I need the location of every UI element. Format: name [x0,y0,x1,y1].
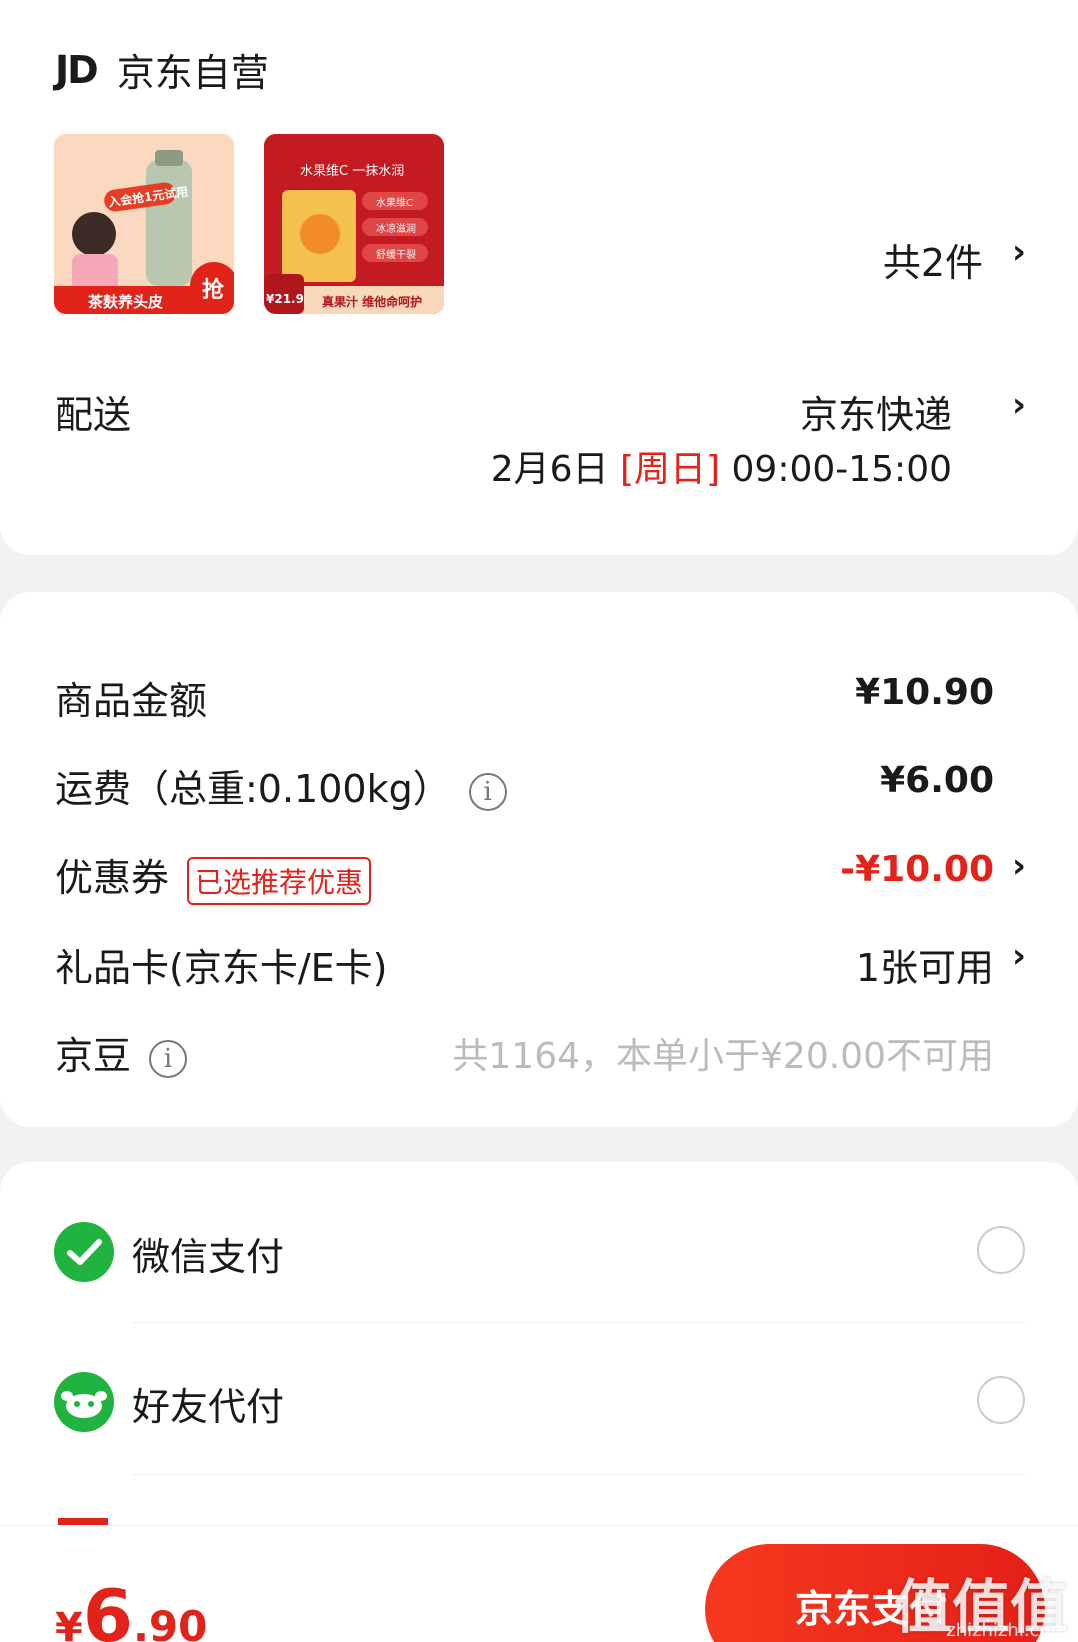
delivery-weekday: [周日] [619,449,721,490]
payment-option-friend[interactable]: 好友代付 [0,1324,1078,1474]
jingdou-label: 京豆 [55,1034,132,1078]
product-2-tag: 冰凉滋润 [376,224,416,235]
shipping-label: 运费（总重:0.100kg） [55,767,451,811]
shop-name: 京东自营 [116,51,269,95]
divider [132,1474,1025,1475]
shipping-row: 运费（总重:0.100kg） i [55,758,507,813]
chevron-right-icon[interactable]: › [1012,936,1026,976]
jingdou-row: 京豆 i [55,1025,188,1080]
product-2-caption: 真果汁 维他命呵护 [322,295,423,309]
product-2-tag: 水果维C [376,198,413,209]
wechat-pay-icon [54,1222,114,1282]
product-2-price: ¥21.9 [266,292,304,306]
jd-logo: JD [55,47,99,92]
wechat-pay-radio[interactable] [977,1226,1025,1274]
product-1-caption: 茶麸养头皮 [88,293,164,311]
chevron-right-icon[interactable]: › [1012,846,1026,886]
coupon-row[interactable]: 优惠券 已选推荐优惠 [55,847,372,905]
product-thumbnail-2[interactable]: 水果维C 一抹水润 水果维C 冰凉滋润 舒缓干裂 ¥21.9 真果汁 维他命呵护 [264,134,444,314]
product-thumbnail-1[interactable]: 入会抢1元试用 茶麸养头皮 抢 [54,134,234,314]
chevron-right-icon[interactable]: › [1012,385,1026,425]
total-decimal: .90 [132,1602,208,1642]
friend-pay-icon [54,1372,114,1432]
info-icon[interactable]: i [149,1039,188,1078]
friend-pay-label: 好友代付 [132,1385,285,1429]
product-2-tag: 舒缓干裂 [376,250,416,261]
product-2-headline: 水果维C 一抹水润 [300,164,405,179]
payment-option-wechat[interactable]: 微信支付 [0,1172,1078,1322]
item-count[interactable]: 共2件 [883,232,983,287]
total-currency: ¥ [55,1605,83,1642]
partial-payment-icon [58,1518,108,1525]
info-icon[interactable]: i [468,772,507,811]
shipping-value: ¥6.00 [880,760,994,801]
product-1-flag: 抢 [202,278,225,303]
goods-amount-value: ¥10.90 [855,672,994,713]
friend-pay-radio[interactable] [977,1376,1025,1424]
watermark-url: zhizhizhi.com [946,1620,1068,1641]
delivery-date: 2月6日 [490,449,609,490]
delivery-time[interactable]: 2月6日 [周日] 09:00-15:00 [491,440,952,492]
delivery-label: 配送 [55,393,132,437]
jingdou-value: 共1164，本单小于¥20.00不可用 [452,1036,994,1077]
shop-header: JD 京东自营 [55,42,269,97]
total-integer: 6 [82,1574,133,1642]
divider [132,1322,1025,1323]
giftcard-label: 礼品卡(京东卡/E卡) [55,946,388,990]
giftcard-value[interactable]: 1张可用 [856,937,994,992]
delivery-carrier[interactable]: 京东快递 [800,384,952,439]
goods-amount-label: 商品金额 [55,679,208,723]
wechat-pay-label: 微信支付 [132,1235,285,1279]
delivery-window: 09:00-15:00 [731,449,952,490]
coupon-label: 优惠券 [55,856,170,900]
coupon-tag: 已选推荐优惠 [187,856,372,905]
chevron-right-icon[interactable]: › [1012,232,1026,272]
coupon-value[interactable]: -¥10.00 [840,849,994,890]
total-price: ¥6.90 [55,1574,207,1642]
